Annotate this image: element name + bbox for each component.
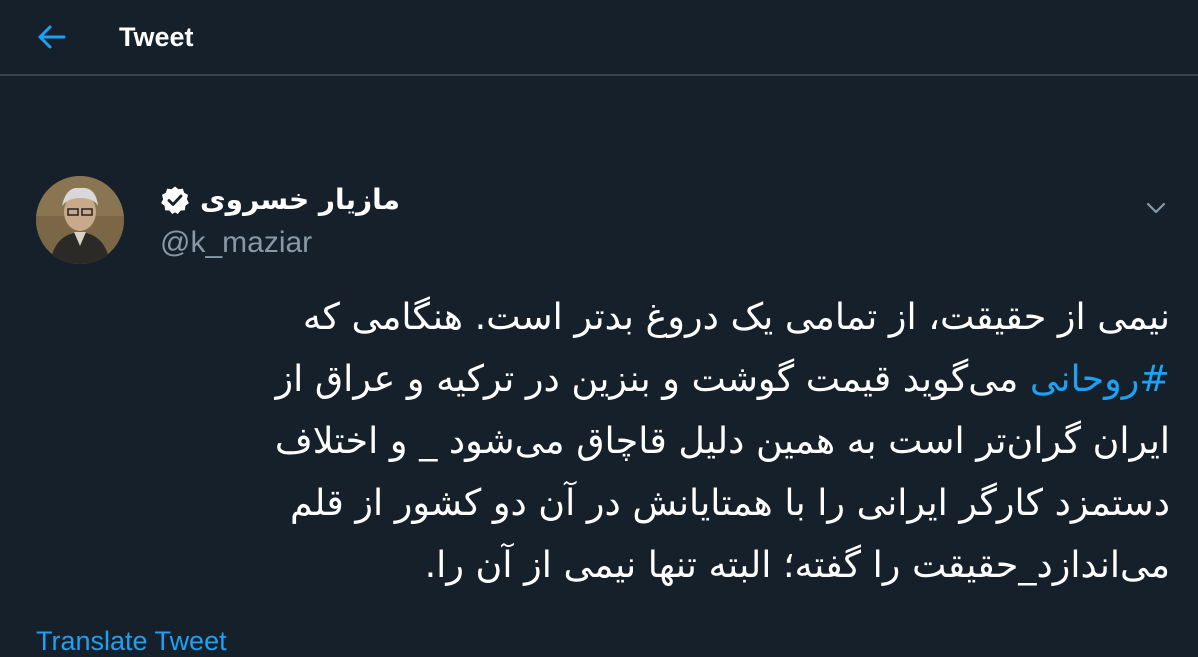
tweet-text: نیمی از حقیقت، از تمامی یک دروغ بدتر است… [150,286,1170,596]
author-handle[interactable]: @k_maziar [160,226,312,260]
back-button[interactable] [22,7,82,67]
hashtag-link[interactable]: #روحانی [1030,357,1170,400]
avatar-image [36,176,124,264]
chevron-down-icon [1146,202,1166,214]
more-options-button[interactable] [1142,194,1170,222]
tweet-text-line: #روحانی می‌گوید قیمت گوشت و بنزین در ترک… [150,348,1170,410]
verified-badge-icon [160,185,190,215]
translate-tweet-link[interactable]: Translate Tweet [36,626,227,657]
tweet-text-line: ایران گران‌تر است به همین دلیل قاچاق می‌… [274,419,1170,462]
author-display-name[interactable]: مازیار خسروی [200,183,400,216]
author-name-row: مازیار خسروی [160,183,400,216]
page-title: Tweet [119,21,194,52]
tweet-text-segment: می‌گوید قیمت گوشت و بنزین در ترکیه و عرا… [275,357,1030,400]
tweet-text-line: دستمزد کارگر ایرانی را با همتایانش در آن… [290,481,1170,524]
avatar[interactable] [36,176,124,264]
top-bar: Tweet [0,0,1198,76]
arrow-left-icon [38,25,66,49]
tweet-text-line: نیمی از حقیقت، از تمامی یک دروغ بدتر است… [302,295,1170,338]
tweet-text-line: می‌اندازد_حقیقت را گفته؛ البته تنها نیمی… [424,543,1170,586]
tweet: مازیار خسروی @k_maziar نیمی از حقیقت، از… [0,76,1198,656]
